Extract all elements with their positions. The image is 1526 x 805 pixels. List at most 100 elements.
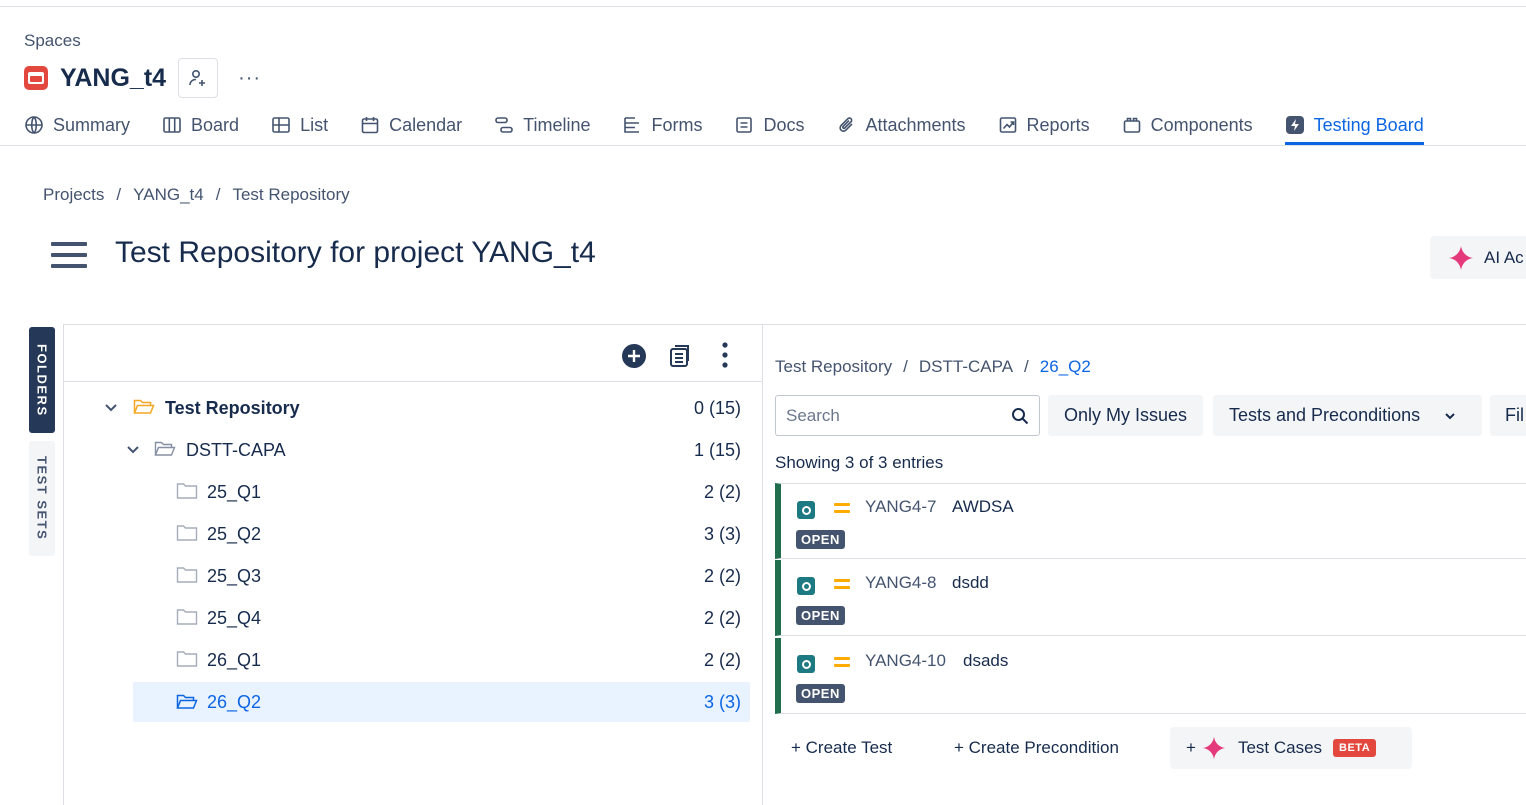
breadcrumb-project[interactable]: YANG_t4: [133, 185, 204, 204]
components-icon: [1123, 117, 1140, 133]
tree-label: 25_Q4: [207, 607, 262, 628]
issue-summary[interactable]: dsdd: [952, 573, 989, 593]
beta-badge: BETA: [1333, 739, 1377, 757]
breadcrumb-separator: /: [215, 185, 221, 204]
breadcrumb: Projects / YANG_t4 / Test Repository: [43, 185, 350, 205]
tab-attachments[interactable]: Attachments: [837, 108, 966, 142]
tree-count: 0 (15): [693, 397, 741, 418]
only-my-issues-button[interactable]: Only My Issues: [1048, 395, 1204, 436]
tab-test-sets[interactable]: TEST SETS: [29, 441, 55, 556]
tree-label: 25_Q1: [207, 481, 262, 502]
search-icon[interactable]: [1011, 407, 1029, 425]
tab-timeline[interactable]: Timeline: [494, 108, 590, 142]
status-badge: OPEN: [796, 530, 845, 549]
issue-key[interactable]: YANG4-7: [865, 497, 937, 517]
tab-reports[interactable]: Reports: [998, 108, 1090, 142]
create-precondition-button[interactable]: + Create Precondition: [954, 727, 1119, 769]
tab-components[interactable]: Components: [1122, 108, 1253, 142]
add-person-icon: [189, 69, 206, 86]
tree-row[interactable]: DSTT-CAPA 1 (15): [64, 430, 764, 470]
chart-icon: [999, 117, 1016, 133]
test-row[interactable]: YANG4-10 dsads OPEN: [775, 638, 1526, 714]
status-badge: OPEN: [796, 684, 845, 703]
project-name[interactable]: YANG_t4: [60, 64, 166, 93]
nav-divider: [0, 145, 1526, 146]
project-nav-tabs: Summary Board List Calendar Timeline For…: [24, 108, 1456, 145]
more-actions-button[interactable]: ···: [238, 67, 261, 90]
tab-forms[interactable]: Forms: [622, 108, 702, 142]
search-input[interactable]: Search: [775, 395, 1040, 436]
side-tabs: FOLDERS TEST SETS: [29, 327, 55, 556]
status-badge: OPEN: [796, 606, 845, 625]
spaces-label[interactable]: Spaces: [24, 31, 81, 51]
ai-test-cases-button[interactable]: + Test Cases BETA: [1170, 727, 1412, 769]
tree-toolbar: [64, 325, 762, 382]
test-type-icon: [797, 501, 815, 519]
tree-row[interactable]: 26_Q1 2 (2): [64, 640, 764, 680]
tree-label: 25_Q2: [207, 523, 262, 544]
tests-and-preconditions-select[interactable]: Tests and Preconditions: [1213, 395, 1482, 436]
folder-tree-panel: Test Repository 0 (15) DSTT-CAPA 1 (15) …: [63, 324, 763, 805]
breadcrumb-separator: /: [116, 185, 122, 204]
tree-count: 2 (2): [703, 565, 741, 586]
project-icon: [24, 66, 48, 90]
tree-row[interactable]: 25_Q4 2 (2): [64, 598, 764, 638]
folder-breadcrumb-root[interactable]: Test Repository: [775, 357, 892, 376]
add-people-button[interactable]: [178, 58, 219, 98]
folder-open-icon: [176, 694, 198, 709]
tree-label: DSTT-CAPA: [186, 439, 286, 460]
tree-count: 2 (2): [703, 649, 741, 670]
folder-open-icon: [133, 399, 155, 414]
priority-medium-icon: [834, 579, 850, 591]
timeline-icon: [495, 117, 513, 133]
tree-row[interactable]: 25_Q1 2 (2): [64, 472, 764, 512]
folder-breadcrumb-current[interactable]: 26_Q2: [1040, 357, 1091, 376]
test-row[interactable]: YANG4-7 AWDSA OPEN: [775, 483, 1526, 559]
issue-key[interactable]: YANG4-10: [865, 651, 946, 671]
tab-calendar[interactable]: Calendar: [360, 108, 462, 142]
tree-row[interactable]: Test Repository 0 (15): [64, 388, 764, 428]
tab-list[interactable]: List: [271, 108, 328, 142]
project-header: YANG_t4 ···: [24, 58, 261, 98]
test-type-icon: [797, 577, 815, 595]
tree-label: 26_Q2: [207, 691, 262, 712]
sparkle-icon: [1202, 736, 1226, 760]
collapse-all-icon[interactable]: [668, 343, 692, 369]
tree-label: Test Repository: [165, 397, 300, 418]
issue-summary[interactable]: dsads: [963, 651, 1008, 671]
tab-board[interactable]: Board: [162, 108, 239, 142]
chevron-down-icon[interactable]: [126, 444, 140, 456]
issue-summary[interactable]: AWDSA: [952, 497, 1014, 517]
hamburger-menu-icon[interactable]: [51, 242, 87, 268]
priority-medium-icon: [834, 503, 850, 515]
folder-icon: [176, 483, 198, 499]
breadcrumb-current[interactable]: Test Repository: [232, 185, 349, 204]
tree-row[interactable]: 25_Q2 3 (3): [64, 514, 764, 554]
folder-breadcrumb-parent[interactable]: DSTT-CAPA: [919, 357, 1013, 376]
tab-summary[interactable]: Summary: [24, 108, 130, 142]
create-test-button[interactable]: + Create Test: [791, 727, 892, 769]
add-folder-icon[interactable]: [621, 343, 647, 369]
ai-assistant-button[interactable]: AI Ac: [1430, 236, 1526, 279]
filters-button[interactable]: Fil: [1490, 395, 1526, 436]
test-type-icon: [797, 655, 815, 673]
breadcrumb-projects[interactable]: Projects: [43, 185, 104, 204]
tab-testing-board[interactable]: Testing Board: [1284, 108, 1424, 145]
issue-key[interactable]: YANG4-8: [865, 573, 937, 593]
test-row[interactable]: YANG4-8 dsdd OPEN: [775, 560, 1526, 636]
folder-icon: [176, 609, 198, 625]
kebab-menu-icon[interactable]: [720, 341, 730, 369]
tree-row[interactable]: 25_Q3 2 (2): [64, 556, 764, 596]
tree-count: 3 (3): [703, 523, 741, 544]
chevron-down-icon[interactable]: [104, 402, 118, 414]
tree-count: 3 (3): [703, 691, 741, 712]
list-icon: [272, 117, 290, 133]
tree-row-selected[interactable]: 26_Q2 3 (3): [133, 682, 750, 722]
breadcrumb-separator: /: [903, 357, 908, 376]
paperclip-icon: [838, 117, 853, 132]
tab-folders[interactable]: FOLDERS: [29, 327, 55, 433]
entries-count: Showing 3 of 3 entries: [775, 453, 944, 472]
priority-medium-icon: [834, 657, 850, 669]
folder-open-icon: [154, 441, 176, 456]
tab-docs[interactable]: Docs: [734, 108, 805, 142]
